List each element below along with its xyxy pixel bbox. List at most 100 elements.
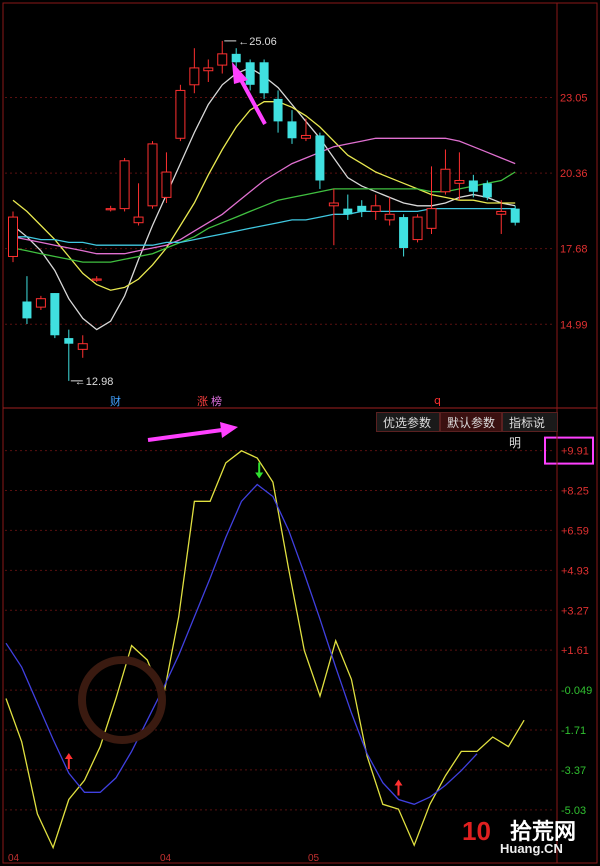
moving-average-lines — [12, 67, 516, 331]
watermark-url: Huang.CN — [500, 841, 563, 856]
candle — [161, 152, 172, 203]
signal-arrows — [64, 462, 403, 796]
candle — [343, 194, 353, 220]
indicator-tick-label: +1.61 — [561, 645, 589, 657]
buy-signal-arrowhead — [394, 779, 403, 786]
candle — [203, 59, 214, 82]
candle — [105, 205, 116, 212]
candle — [133, 183, 144, 226]
candle-body — [357, 205, 367, 212]
candle-body — [287, 121, 297, 139]
indicator-axis: +9.91 +8.25 +6.59 +4.93 +3.27 +1.61 -0.049 -1.7… — [544, 436, 594, 817]
candle-body — [231, 53, 241, 63]
candle-body — [482, 183, 492, 198]
indicator-tick-label: -0.049 — [561, 685, 592, 697]
optimal-params-button[interactable]: 优选参数 — [376, 412, 440, 432]
candle — [468, 174, 478, 198]
candle-body — [119, 160, 130, 210]
candle — [412, 214, 423, 243]
indicator-tick-label: +9.91 — [561, 446, 589, 458]
candle — [273, 90, 283, 133]
candle — [147, 141, 158, 209]
price-grid — [5, 96, 555, 325]
candle-body — [384, 213, 395, 221]
candle — [399, 214, 409, 257]
candle-body — [426, 208, 437, 229]
annotation-arrowhead-bottom — [220, 422, 238, 438]
indicator-grid — [5, 450, 555, 811]
price-annotations: ←25.06 ←12.98 财 涨榜 q — [70, 36, 441, 408]
candlesticks — [8, 40, 520, 381]
candle — [8, 211, 18, 263]
candle-body — [175, 89, 186, 139]
indicator-tick-label: -3.37 — [561, 765, 586, 777]
moving-average-line — [12, 171, 516, 263]
candle — [50, 293, 60, 339]
candle-body — [35, 298, 46, 308]
candle — [287, 110, 297, 144]
candle-body — [64, 338, 74, 344]
default-params-button[interactable]: 默认参数 — [440, 412, 502, 432]
annotation-arrow-bottom — [147, 428, 223, 442]
candle — [77, 335, 88, 358]
candle-body — [315, 135, 325, 181]
watermark-number: 10 — [462, 816, 491, 846]
candle — [64, 329, 74, 381]
candle-body — [496, 210, 507, 215]
candle — [91, 276, 102, 282]
moving-average-line — [12, 67, 516, 331]
candle-body — [370, 205, 381, 212]
candle — [35, 295, 46, 310]
outer-frame — [2, 2, 598, 864]
indicator-tick-label: +4.93 — [561, 565, 589, 577]
candle-body — [22, 301, 32, 319]
annotation-arrowhead-top — [232, 62, 248, 84]
candle — [510, 205, 520, 226]
candle — [119, 157, 130, 212]
date-label: 04 — [160, 853, 172, 864]
candle — [440, 149, 451, 195]
candle — [496, 200, 507, 234]
candle-body — [203, 67, 214, 72]
candle-body — [468, 180, 478, 192]
candle — [357, 200, 367, 218]
candle — [426, 166, 437, 234]
candle-body — [77, 343, 88, 350]
price-tick-label: 17.68 — [560, 244, 588, 256]
price-tick-label: 20.36 — [560, 168, 588, 180]
candle — [370, 194, 381, 220]
price-axis: 23.05 20.36 17.68 14.99 — [560, 92, 588, 331]
date-label: 04 — [8, 853, 20, 864]
indicator-tick-label: +3.27 — [561, 605, 589, 617]
high-price-label: ←25.06 — [238, 36, 277, 48]
buy-signal-arrowhead — [64, 753, 73, 760]
indicator-tick-label: +8.25 — [561, 486, 589, 498]
candle-body — [343, 208, 353, 215]
indicator-description-button[interactable]: 指标说明 — [502, 412, 558, 450]
candle — [482, 180, 492, 201]
candle-body — [273, 98, 283, 122]
candle-body — [91, 278, 102, 281]
candle-body — [105, 208, 116, 211]
indicator-line — [5, 483, 478, 805]
candle-body — [454, 179, 465, 184]
candle-body — [8, 216, 18, 257]
sell-signal-arrowhead — [255, 472, 264, 479]
candle — [259, 59, 269, 99]
candle — [245, 59, 255, 91]
candle-body — [300, 134, 311, 139]
candle-body — [245, 62, 255, 85]
indicator-tick-label: -1.71 — [561, 725, 586, 737]
candle — [328, 188, 339, 246]
moving-average-line — [13, 207, 516, 246]
event-marker-q: q — [434, 394, 441, 407]
indicator-lines — [5, 450, 525, 850]
indicator-line — [5, 450, 525, 850]
event-marker-bang: 榜 — [211, 394, 222, 408]
candle-body — [50, 293, 60, 336]
candle-body — [510, 208, 520, 223]
candle — [189, 48, 200, 94]
candle-body — [217, 53, 228, 66]
candle-body — [328, 202, 339, 207]
low-price-label: ←12.98 — [75, 376, 114, 388]
